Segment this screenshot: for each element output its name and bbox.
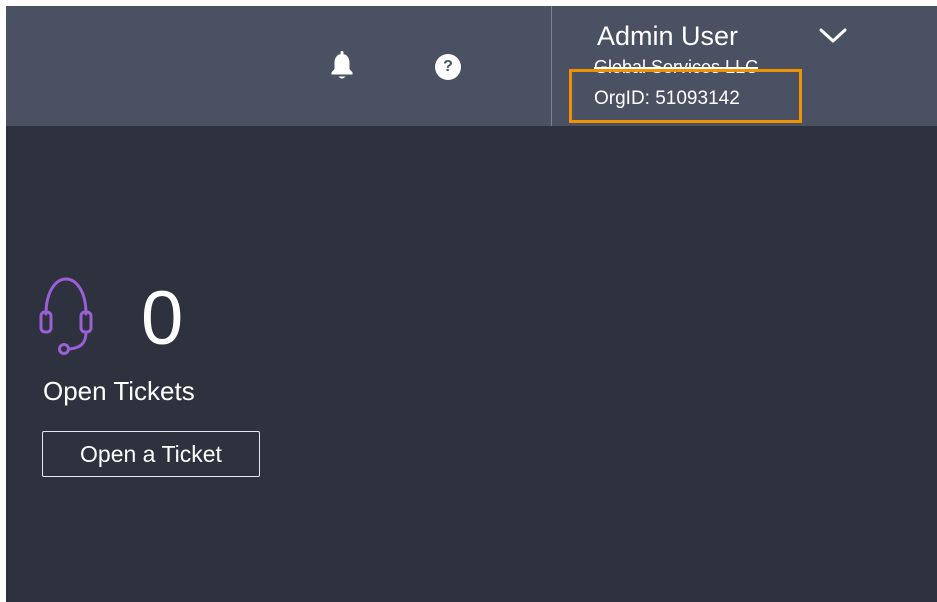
bell-icon <box>331 51 353 79</box>
chevron-down-icon <box>819 28 847 43</box>
open-ticket-button[interactable]: Open a Ticket <box>42 431 260 477</box>
headset-icon <box>39 277 93 355</box>
help-icon: ? <box>435 54 461 80</box>
organization-name: Global Services LLC <box>594 57 759 77</box>
notifications-button[interactable] <box>328 50 356 82</box>
org-id: OrgID: 51093142 <box>594 88 740 109</box>
topbar-divider <box>551 6 552 126</box>
open-tickets-count: 0 <box>141 276 184 361</box>
help-button[interactable]: ? <box>434 53 462 81</box>
app-frame: ? Admin User Global Services LLC OrgID: … <box>6 6 937 602</box>
top-bar: ? Admin User Global Services LLC OrgID: … <box>6 6 937 126</box>
open-tickets-label: Open Tickets <box>43 376 195 406</box>
user-menu[interactable]: Admin User Global Services LLC OrgID: 51… <box>566 6 866 126</box>
user-name: Admin User <box>597 21 739 51</box>
